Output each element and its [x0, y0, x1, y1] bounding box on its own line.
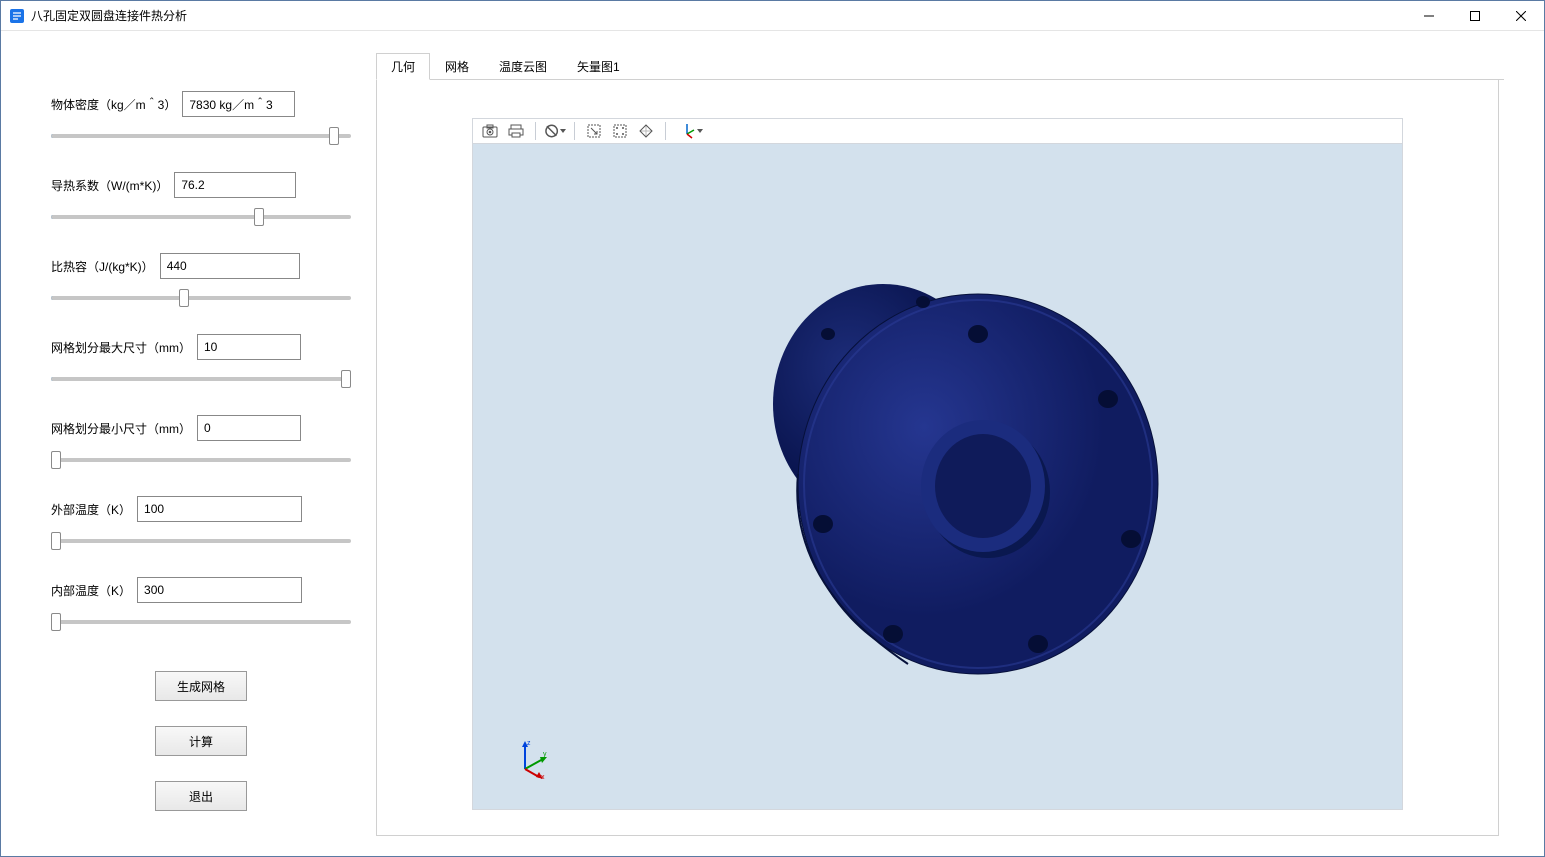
heat-cap-slider[interactable] — [51, 296, 351, 300]
tab-temp-contour[interactable]: 温度云图 — [484, 53, 562, 80]
transparency-icon[interactable] — [635, 121, 657, 141]
flange-geometry — [708, 224, 1168, 684]
close-button[interactable] — [1498, 1, 1544, 31]
zoom-extents-icon[interactable] — [609, 121, 631, 141]
minimize-button[interactable] — [1406, 1, 1452, 31]
param-label: 导热系数（W/(m*K)） — [51, 177, 168, 194]
heat-cap-input[interactable] — [160, 253, 300, 279]
param-label: 物体密度（kg／m＾3） — [51, 96, 176, 113]
content-area: 物体密度（kg／m＾3） 导热系数（W/(m*K)） — [1, 31, 1544, 856]
density-slider[interactable] — [51, 134, 351, 138]
param-thermal-conductivity: 导热系数（W/(m*K)） — [51, 172, 351, 226]
param-mesh-max: 网格划分最大尺寸（mm） — [51, 334, 351, 388]
density-input[interactable] — [182, 91, 295, 117]
reset-view-icon[interactable] — [544, 121, 566, 141]
toolbar-separator — [665, 122, 666, 140]
thermal-k-slider[interactable] — [51, 215, 351, 219]
param-label: 内部温度（K） — [51, 582, 131, 599]
param-label: 比热容（J/(kg*K)） — [51, 258, 154, 275]
print-icon[interactable] — [505, 121, 527, 141]
app-icon — [9, 8, 25, 24]
view-panel: 几何 网格 温度云图 矢量图1 — [371, 56, 1504, 836]
param-heat-capacity: 比热容（J/(kg*K)） — [51, 253, 351, 307]
action-buttons: 生成网格 计算 退出 — [51, 671, 351, 811]
param-mesh-min: 网格划分最小尺寸（mm） — [51, 415, 351, 469]
param-temp-inner: 内部温度（K） — [51, 577, 351, 631]
exit-button[interactable]: 退出 — [155, 781, 247, 811]
view-container: z y x — [376, 80, 1499, 836]
tab-bar: 几何 网格 温度云图 矢量图1 — [376, 56, 1504, 80]
svg-text:y: y — [543, 751, 547, 758]
tab-mesh[interactable]: 网格 — [430, 53, 484, 80]
screenshot-icon[interactable] — [479, 121, 501, 141]
toolbar-separator — [574, 122, 575, 140]
param-label: 外部温度（K） — [51, 501, 131, 518]
param-density: 物体密度（kg／m＾3） — [51, 91, 351, 145]
mesh-min-input[interactable] — [197, 415, 301, 441]
tab-vector1[interactable]: 矢量图1 — [562, 53, 635, 80]
temp-outer-slider[interactable] — [51, 539, 351, 543]
viewport-toolbar — [472, 118, 1403, 144]
titlebar: 八孔固定双圆盘连接件热分析 — [1, 1, 1544, 31]
toolbar-separator — [535, 122, 536, 140]
tab-geometry[interactable]: 几何 — [376, 53, 430, 80]
app-window: 八孔固定双圆盘连接件热分析 物体密度（kg／m＾3） 导热系数（W/(m*K)） — [0, 0, 1545, 857]
param-temp-outer: 外部温度（K） — [51, 496, 351, 550]
generate-mesh-button[interactable]: 生成网格 — [155, 671, 247, 701]
calculate-button[interactable]: 计算 — [155, 726, 247, 756]
zoom-box-icon[interactable] — [583, 121, 605, 141]
3d-viewport[interactable]: z y x — [472, 144, 1403, 810]
mesh-max-input[interactable] — [197, 334, 301, 360]
maximize-button[interactable] — [1452, 1, 1498, 31]
thermal-k-input[interactable] — [174, 172, 296, 198]
param-label: 网格划分最小尺寸（mm） — [51, 420, 191, 437]
parameters-panel: 物体密度（kg／m＾3） 导热系数（W/(m*K)） — [41, 56, 351, 836]
mesh-min-slider[interactable] — [51, 458, 351, 462]
param-label: 网格划分最大尺寸（mm） — [51, 339, 191, 356]
temp-outer-input[interactable] — [137, 496, 302, 522]
axis-menu-icon[interactable] — [674, 121, 706, 141]
svg-text:x: x — [541, 774, 545, 779]
temp-inner-input[interactable] — [137, 577, 302, 603]
axis-gizmo: z y x — [513, 739, 553, 779]
svg-text:z: z — [527, 740, 531, 747]
mesh-max-slider[interactable] — [51, 377, 351, 381]
window-title: 八孔固定双圆盘连接件热分析 — [31, 7, 1406, 24]
temp-inner-slider[interactable] — [51, 620, 351, 624]
